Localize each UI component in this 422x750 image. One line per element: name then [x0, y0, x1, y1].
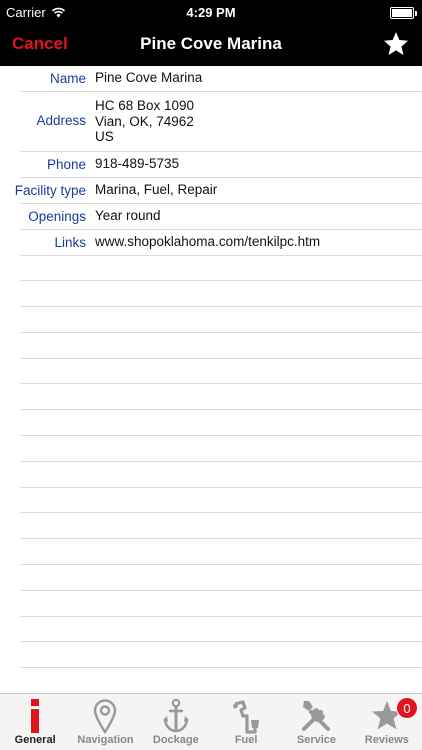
- info-icon: [31, 699, 40, 733]
- phone-value[interactable]: 918-489-5735: [95, 155, 422, 173]
- address-row: Address HC 68 Box 1090 Vian, OK, 74962 U…: [20, 92, 422, 152]
- facility-type-row: Facility type Marina, Fuel, Repair: [15, 178, 422, 204]
- empty-list-row: [20, 617, 422, 643]
- address-value: HC 68 Box 1090 Vian, OK, 74962 US: [95, 97, 422, 145]
- address-line-2: Vian, OK, 74962: [95, 113, 194, 129]
- anchor-icon: [162, 698, 189, 733]
- battery-level: [392, 9, 412, 17]
- empty-list-row: [20, 333, 422, 359]
- tab-reviews[interactable]: 0 Reviews: [352, 694, 422, 750]
- tab-label-navigation: Navigation: [77, 734, 134, 746]
- phone-row[interactable]: Phone 918-489-5735: [20, 152, 422, 178]
- status-bar: Carrier 4:29 PM: [0, 0, 422, 26]
- address-line-1: HC 68 Box 1090: [95, 98, 195, 113]
- openings-row: Openings Year round: [20, 204, 422, 230]
- tab-label-dockage: Dockage: [152, 734, 199, 746]
- facility-type-label: Facility type: [14, 182, 86, 198]
- empty-list-row: [20, 591, 422, 617]
- facility-type-value: Marina, Fuel, Repair: [95, 181, 218, 197]
- empty-list-row: [20, 410, 422, 437]
- name-row: Name Pine Cove Marina: [20, 66, 422, 92]
- tab-navigation[interactable]: Navigation: [70, 694, 140, 750]
- empty-list-row: [20, 256, 422, 282]
- empty-list-row: [20, 307, 422, 333]
- empty-list-row: [20, 642, 422, 669]
- name-value: Pine Cove Marina: [95, 70, 203, 85]
- cancel-button[interactable]: Cancel: [12, 34, 68, 54]
- address-line-3: US: [95, 129, 114, 144]
- empty-list-row: [20, 462, 422, 488]
- empty-list-row: [20, 513, 422, 540]
- tab-label-service: Service: [296, 734, 337, 746]
- tab-label-general: General: [14, 734, 56, 746]
- empty-list-row: [20, 565, 422, 591]
- address-label: Address: [36, 113, 86, 128]
- tab-service[interactable]: Service: [281, 694, 351, 750]
- empty-list-row: [20, 668, 422, 693]
- tab-dockage[interactable]: Dockage: [141, 694, 211, 750]
- battery-icon: [390, 7, 417, 19]
- tab-general[interactable]: General: [0, 694, 70, 750]
- tools-icon: [302, 701, 331, 731]
- favorite-star-icon[interactable]: [382, 30, 410, 58]
- reviews-count-badge: 0: [395, 697, 418, 719]
- empty-list-row: [20, 488, 422, 514]
- navigation-bar: Cancel Pine Cove Marina: [0, 26, 422, 66]
- empty-rows: [0, 256, 422, 694]
- phone-label: Phone: [46, 156, 86, 172]
- openings-label: Openings: [28, 208, 86, 224]
- tab-label-reviews: Reviews: [364, 734, 409, 746]
- empty-list-row: [20, 281, 422, 308]
- empty-list-row: [20, 436, 422, 462]
- empty-list-row: [20, 359, 422, 385]
- page-title: Pine Cove Marina: [140, 34, 282, 53]
- detail-list: Name Pine Cove Marina Address HC 68 Box …: [0, 66, 422, 693]
- map-pin-icon: [94, 699, 117, 734]
- empty-list-row: [20, 539, 422, 566]
- tab-label-fuel: Fuel: [234, 734, 258, 746]
- name-label: Name: [49, 71, 86, 86]
- openings-value: Year round: [95, 207, 161, 223]
- links-row[interactable]: Links www.shopoklahoma.com/tenkilpc.htm: [20, 230, 422, 256]
- links-value[interactable]: www.shopoklahoma.com/tenkilpc.htm: [95, 233, 422, 251]
- empty-list-row: [20, 384, 422, 411]
- status-time: 4:29 PM: [186, 5, 236, 20]
- links-label: Links: [54, 234, 86, 250]
- fuel-nozzle-icon: [233, 700, 260, 734]
- tab-bar: General Navigation Dockage Fuel Service …: [0, 693, 422, 750]
- tab-fuel[interactable]: Fuel: [211, 694, 281, 750]
